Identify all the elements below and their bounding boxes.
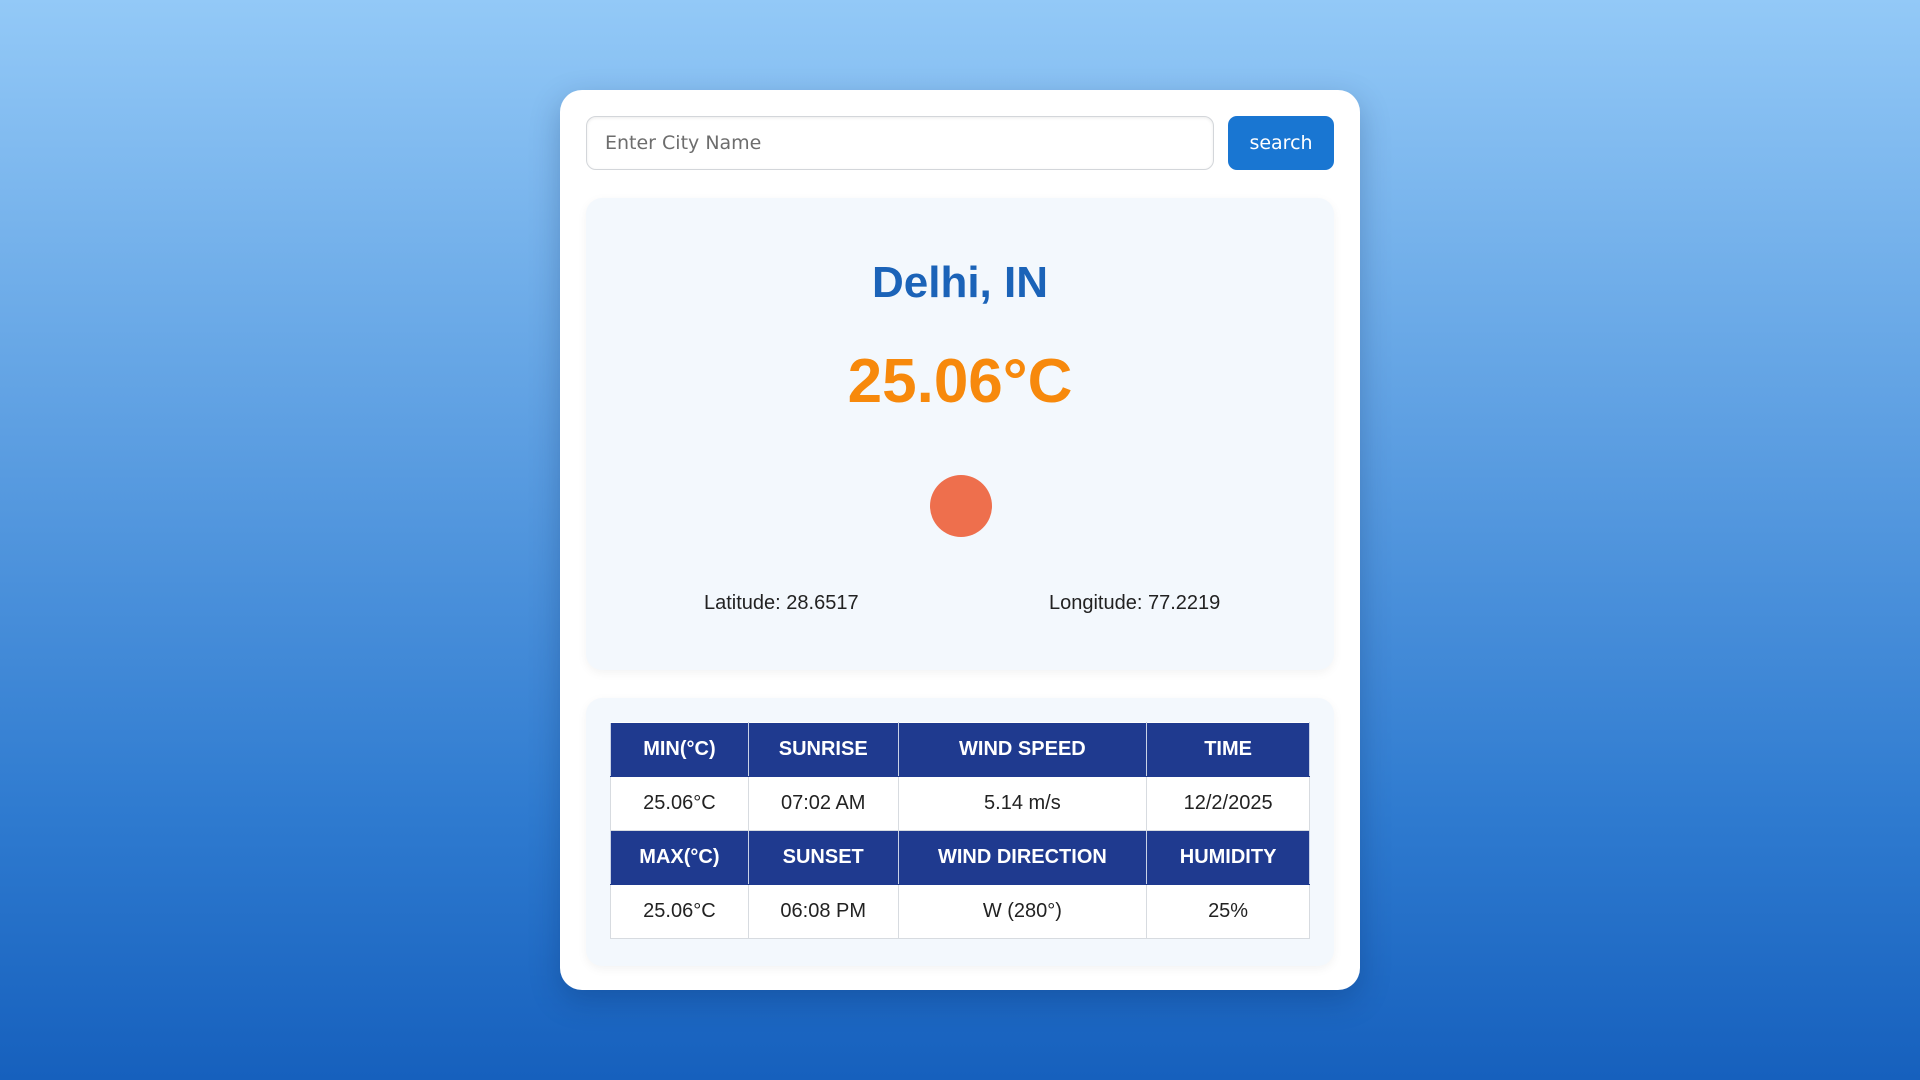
table-row: 25.06°C 07:02 AM 5.14 m/s 12/2/2025 <box>610 776 1310 831</box>
table-header-row: MAX(°C) SUNSET WIND DIRECTION HUMIDITY <box>610 830 1310 885</box>
value-wind-speed: 5.14 m/s <box>897 776 1148 831</box>
header-sunrise: SUNRISE <box>747 722 899 777</box>
header-min-temp: MIN(°C) <box>610 722 749 777</box>
value-humidity: 25% <box>1146 884 1310 939</box>
value-wind-direction: W (280°) <box>897 884 1148 939</box>
city-search-input[interactable] <box>586 116 1214 170</box>
search-button[interactable]: search <box>1228 116 1334 170</box>
weather-details-table: MIN(°C) SUNRISE WIND SPEED TIME 25.06°C … <box>610 722 1310 939</box>
value-max-temp: 25.06°C <box>610 884 749 939</box>
current-weather-panel: Delhi, IN 25.06°C Latitude: 28.6517 Long… <box>586 198 1334 670</box>
weather-details-panel: MIN(°C) SUNRISE WIND SPEED TIME 25.06°C … <box>586 698 1334 966</box>
header-sunset: SUNSET <box>747 830 899 885</box>
header-humidity: HUMIDITY <box>1146 830 1310 885</box>
header-wind-direction: WIND DIRECTION <box>897 830 1148 885</box>
search-bar: search <box>586 116 1334 170</box>
value-sunset: 06:08 PM <box>747 884 899 939</box>
city-name: Delhi, IN <box>871 258 1049 307</box>
weather-card: search Delhi, IN 25.06°C Latitude: 28.65… <box>560 90 1360 990</box>
header-time: TIME <box>1146 722 1310 777</box>
value-time: 12/2/2025 <box>1146 776 1310 831</box>
longitude-text: Longitude: 77.2219 <box>1049 592 1221 614</box>
value-min-temp: 25.06°C <box>610 776 749 831</box>
sun-icon <box>930 475 992 537</box>
header-max-temp: MAX(°C) <box>610 830 749 885</box>
table-row: 25.06°C 06:08 PM W (280°) 25% <box>610 884 1310 939</box>
temperature-value: 25.06°C <box>847 347 1073 416</box>
table-header-row: MIN(°C) SUNRISE WIND SPEED TIME <box>610 722 1310 777</box>
latitude-text: Latitude: 28.6517 <box>704 592 859 614</box>
header-wind-speed: WIND SPEED <box>897 722 1148 777</box>
value-sunrise: 07:02 AM <box>747 776 899 831</box>
